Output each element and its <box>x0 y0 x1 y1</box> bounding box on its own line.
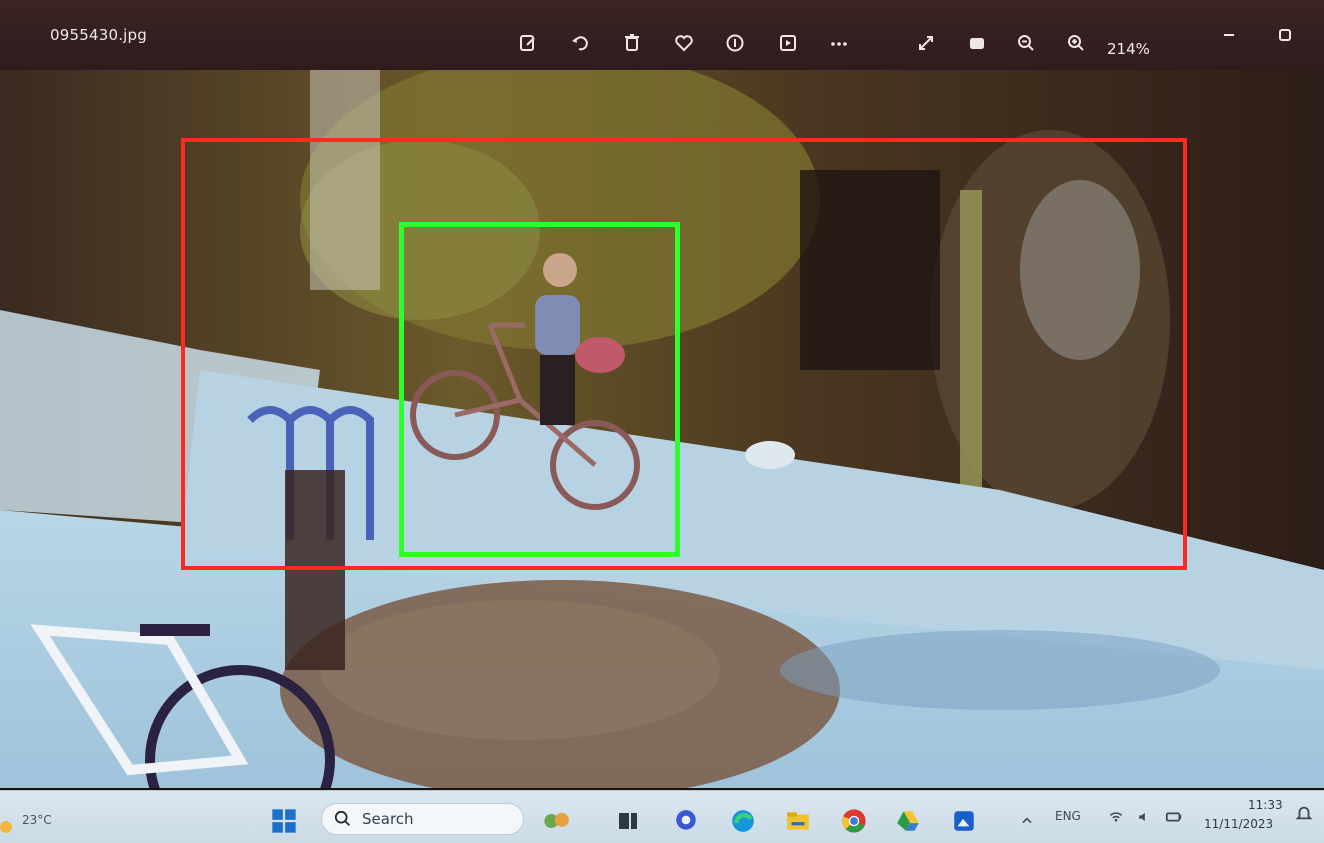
chat-icon[interactable] <box>670 805 702 837</box>
google-drive-icon[interactable] <box>892 805 924 837</box>
more-icon[interactable] <box>826 30 852 56</box>
language-indicator[interactable]: ENG <box>1055 809 1081 823</box>
weather-icon[interactable] <box>0 821 12 833</box>
detection-box-red <box>181 138 1187 570</box>
clock-time[interactable]: 11:33 <box>1248 798 1283 812</box>
zoom-level: 214% <box>1107 40 1150 58</box>
weather-temp[interactable]: 23°C <box>22 813 52 827</box>
zoom-in-icon[interactable] <box>1063 30 1089 56</box>
detection-box-green <box>399 222 680 557</box>
volume-icon[interactable] <box>1128 801 1160 833</box>
rotate-icon[interactable] <box>567 30 593 56</box>
image-canvas[interactable] <box>0 70 1324 788</box>
photo-viewer-titlebar: 0955430.jpg 214% <box>0 0 1324 78</box>
edge-icon[interactable] <box>727 805 759 837</box>
search-input[interactable]: Search <box>321 803 524 835</box>
clock-date[interactable]: 11/11/2023 <box>1204 817 1273 831</box>
taskbar: 23°C Search ENG 11:33 11/11/2023 <box>0 790 1324 843</box>
restore-icon[interactable] <box>1272 22 1298 48</box>
delete-icon[interactable] <box>619 30 645 56</box>
search-label: Search <box>362 810 414 828</box>
fit-icon[interactable] <box>964 30 990 56</box>
minimize-icon[interactable] <box>1216 22 1242 48</box>
battery-icon[interactable] <box>1158 801 1190 833</box>
favorite-icon[interactable] <box>671 30 697 56</box>
widgets-icon[interactable] <box>540 805 572 837</box>
zoom-out-icon[interactable] <box>1013 30 1039 56</box>
chrome-icon[interactable] <box>838 805 870 837</box>
slideshow-icon[interactable] <box>775 30 801 56</box>
photos-app-icon[interactable] <box>948 805 980 837</box>
file-explorer-icon[interactable] <box>782 805 814 837</box>
fullscreen-icon[interactable] <box>913 30 939 56</box>
search-icon <box>334 810 350 826</box>
task-view-icon[interactable] <box>612 805 644 837</box>
file-name: 0955430.jpg <box>50 26 147 44</box>
chevron-up-icon[interactable] <box>1011 805 1043 837</box>
start-icon[interactable] <box>268 805 300 837</box>
notification-bell-icon[interactable] <box>1288 797 1320 829</box>
edit-icon[interactable] <box>515 30 541 56</box>
info-icon[interactable] <box>722 30 748 56</box>
